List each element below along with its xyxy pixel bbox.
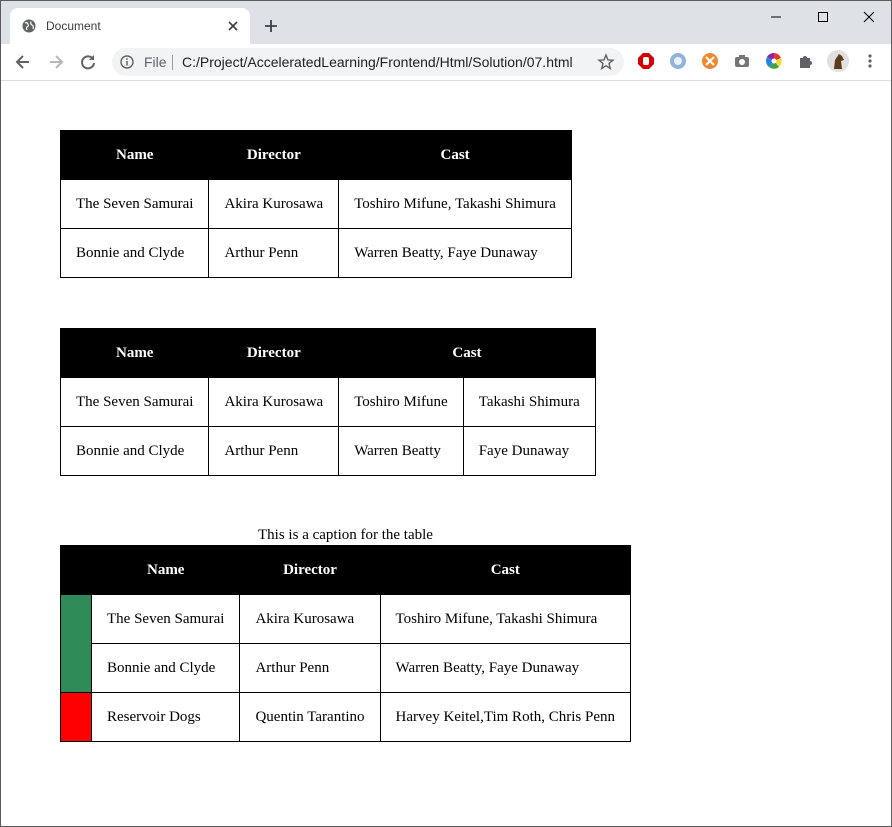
reload-icon[interactable] [78,52,98,72]
back-arrow-icon[interactable] [13,52,33,72]
table-cell: Reservoir Dogs [90,692,241,742]
browser-window: Document File C:/Project/AcceleratedLear… [0,0,892,827]
toolbar: File C:/Project/AcceleratedLearning/Fron… [1,44,891,81]
info-icon[interactable] [120,55,134,69]
header-cell-blank [60,545,92,595]
avatar[interactable] [827,50,849,72]
table-cell: Toshiro Mifune, Takashi Shimura [379,594,632,644]
table-cell: Arthur Penn [208,228,340,278]
movies-table-2: Name Director Cast The Seven Samurai Aki… [59,328,596,476]
table-cell: Harvey Keitel,Tim Roth, Chris Penn [379,692,632,742]
header-cell: Cast [338,328,596,378]
table-cell: Quentin Tarantino [239,692,381,742]
url-text[interactable]: C:/Project/AcceleratedLearning/Frontend/… [182,54,573,70]
table-row: Reservoir Dogs Quentin Tarantino Harvey … [60,692,632,742]
table-cell: The Seven Samurai [59,377,210,427]
table-row: The Seven Samurai Akira Kurosawa Toshiro… [60,594,632,693]
bookmark-star-icon[interactable] [597,53,615,71]
adblock-stop-icon[interactable] [637,52,655,70]
color-group-cell-red [60,692,92,742]
table-cell: Bonnie and Clyde [59,426,210,476]
tab-title: Document [46,19,101,33]
table-cell: Akira Kurosawa [208,377,340,427]
table-cell: Toshiro Mifune, Takashi Shimura [338,179,572,229]
table-cell: The Seven Samurai [90,594,241,644]
table-caption: This is a caption for the table [258,527,433,543]
table-cell: Bonnie and Clyde [59,228,210,278]
header-cell: Name [59,328,210,378]
minimize-icon[interactable] [766,7,786,27]
color-group-cell-green [60,594,92,693]
orange-extension-icon[interactable] [701,52,719,70]
header-cell: Cast [338,130,572,180]
divider [172,55,173,70]
lens-extension-icon[interactable] [669,52,687,70]
close-icon[interactable] [224,17,242,35]
table-cell: Warren Beatty, Faye Dunaway [379,643,632,693]
table-header-row: Name Director Cast [59,130,572,180]
address-bar[interactable]: File C:/Project/AcceleratedLearning/Fron… [112,48,624,76]
table-cell: Arthur Penn [208,426,340,476]
movies-table-1: Name Director Cast The Seven Samurai Aki… [59,130,572,278]
header-cell: Cast [379,545,632,595]
extensions-puzzle-icon[interactable] [797,52,815,70]
table-cell: Akira Kurosawa [208,179,340,229]
header-cell: Name [90,545,241,595]
table-row: Bonnie and Clyde Arthur Penn Warren Beat… [61,643,632,693]
header-cell: Director [239,545,381,595]
table-cell: Warren Beatty, Faye Dunaway [338,228,572,278]
movies-table-3: This is a caption for the table Name Dir… [60,525,632,742]
menu-dots-icon[interactable] [861,52,879,70]
tab-document[interactable]: Document [10,8,250,44]
header-cell: Director [208,130,340,180]
table-row: Bonnie and Clyde Arthur Penn Warren Beat… [59,426,596,476]
table-cell: Takashi Shimura [462,377,596,427]
table-cell: Warren Beatty [338,426,464,476]
table-header-row: Name Director Cast [59,328,596,378]
table-row: The Seven Samurai Akira Kurosawa Toshiro… [59,179,572,229]
header-cell: Director [208,328,340,378]
table-header-row: Name Director Cast [60,545,632,595]
header-cell: Name [59,130,210,180]
forward-arrow-icon[interactable] [46,52,66,72]
table-row: The Seven Samurai Akira Kurosawa Toshiro… [59,377,596,427]
color-picker-icon[interactable] [765,52,783,70]
table-cell: Faye Dunaway [462,426,596,476]
table-cell: Toshiro Mifune [338,377,464,427]
window-close-icon[interactable] [859,7,879,27]
globe-icon [22,19,36,33]
table-cell: The Seven Samurai [59,179,210,229]
table-cell: Bonnie and Clyde [90,643,241,693]
table-cell: Arthur Penn [239,643,381,693]
maximize-icon[interactable] [813,7,833,27]
table-cell: Akira Kurosawa [239,594,381,644]
new-tab-icon[interactable] [262,17,280,35]
camera-icon[interactable] [733,52,751,70]
tab-strip: Document [1,1,891,44]
table-row: Bonnie and Clyde Arthur Penn Warren Beat… [59,228,572,278]
file-label: File [144,54,167,70]
